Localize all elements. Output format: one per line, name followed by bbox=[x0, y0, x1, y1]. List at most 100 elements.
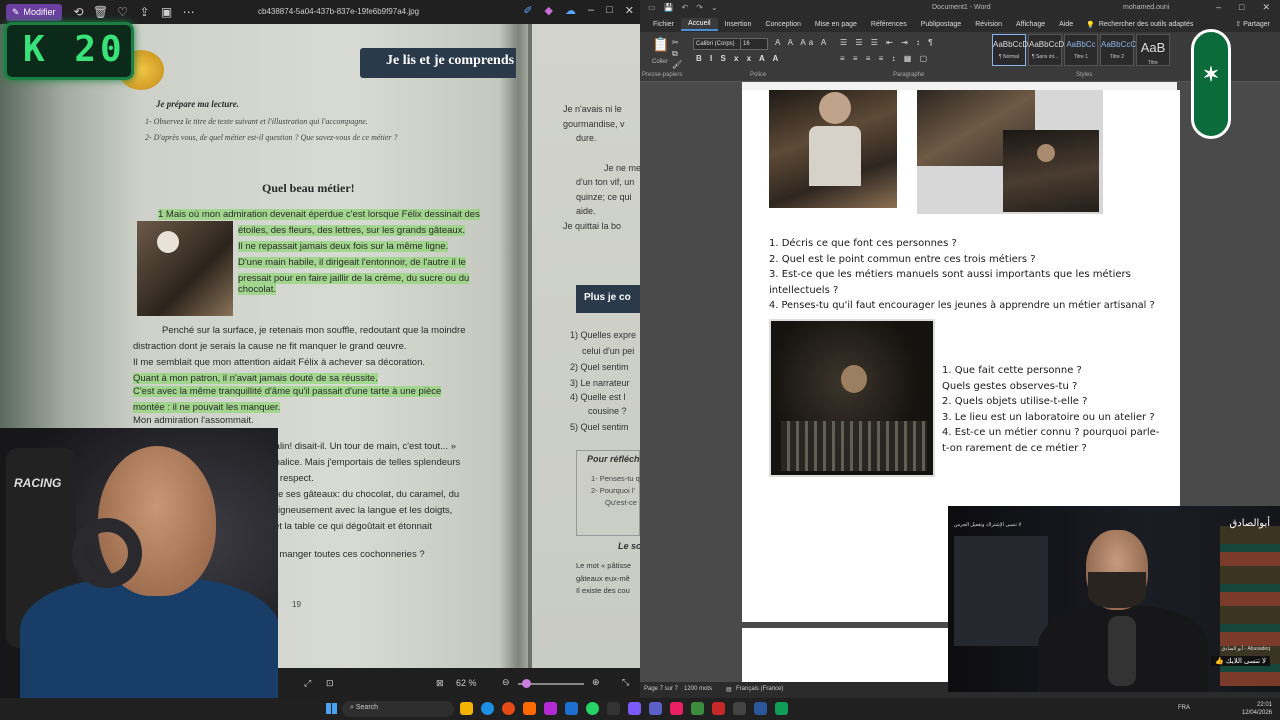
style-heading-2[interactable]: AaBbCcC Titre 2 bbox=[1100, 34, 1136, 66]
minimize-icon[interactable]: – bbox=[1216, 2, 1221, 13]
tell-me-search[interactable]: Rechercher des outils adaptés bbox=[1099, 21, 1194, 28]
designer-icon[interactable]: ◆ bbox=[545, 4, 553, 17]
artisan-head bbox=[841, 365, 867, 393]
tab-conception[interactable]: Conception bbox=[758, 19, 807, 30]
page-count[interactable]: Page 7 sur 7 bbox=[644, 686, 678, 692]
book-right-line: aide. bbox=[576, 206, 596, 216]
input-language[interactable]: FRA bbox=[1178, 705, 1190, 711]
artisan-photo-1[interactable] bbox=[769, 90, 897, 208]
more-icon[interactable]: ⋯ bbox=[178, 5, 200, 19]
style-name: Titre 2 bbox=[1110, 54, 1124, 60]
close-icon[interactable]: ✕ bbox=[1262, 2, 1270, 13]
app-icon-3[interactable] bbox=[712, 702, 725, 715]
file-explorer-icon[interactable] bbox=[460, 702, 473, 715]
edit-button-label: Modifier bbox=[23, 7, 56, 17]
steam-icon[interactable] bbox=[565, 702, 578, 715]
paste-icon[interactable]: 📋 bbox=[652, 36, 669, 53]
cloud-icon[interactable]: ☁ bbox=[565, 4, 576, 17]
actual-size-icon[interactable]: ⊡ bbox=[326, 678, 334, 689]
tab-aide[interactable]: Aide bbox=[1052, 19, 1080, 30]
info-icon[interactable]: ▣ bbox=[156, 5, 178, 19]
format-painter-icon[interactable]: 🖌 bbox=[672, 59, 682, 70]
redo-icon[interactable]: ↷ bbox=[696, 3, 703, 12]
tab-accueil[interactable]: Accueil bbox=[681, 18, 718, 31]
paste-label[interactable]: Coller bbox=[652, 59, 668, 65]
tab-revision[interactable]: Révision bbox=[968, 19, 1009, 30]
app-icon-4[interactable] bbox=[775, 702, 788, 715]
whatsapp-icon[interactable] bbox=[586, 702, 599, 715]
artisan-photo-3[interactable] bbox=[769, 319, 935, 477]
list-tools[interactable]: ☰ ☰ ☰ ⇤ ⇥ ↕ ¶ bbox=[840, 38, 936, 47]
proofing-icon[interactable]: ▤ bbox=[726, 686, 732, 693]
tab-insertion[interactable]: Insertion bbox=[718, 19, 759, 30]
app-icon-2[interactable] bbox=[691, 702, 704, 715]
share-button[interactable]: ⇧ Partager bbox=[1235, 20, 1270, 28]
chrome-icon[interactable] bbox=[502, 702, 515, 715]
teams-icon[interactable] bbox=[649, 702, 662, 715]
style-name: Titre 1 bbox=[1074, 54, 1088, 60]
book-line: et la table ce qui dégoûtait et étonnait bbox=[274, 521, 432, 532]
save-icon[interactable]: 💾 bbox=[664, 3, 674, 12]
word-icon[interactable] bbox=[754, 702, 767, 715]
cut-icon[interactable]: ✂ bbox=[672, 37, 682, 48]
delete-icon[interactable]: 🗑 bbox=[90, 5, 112, 19]
copy-icon[interactable]: ⧉ bbox=[672, 48, 682, 59]
font-size-tools[interactable]: A A Aa A bbox=[775, 38, 829, 47]
tab-fichier[interactable]: Fichier bbox=[646, 19, 681, 30]
photos-icon[interactable] bbox=[670, 702, 683, 715]
tab-publipostage[interactable]: Publipostage bbox=[914, 19, 968, 30]
style-normal[interactable]: AaBbCcDd ¶ Normal bbox=[992, 34, 1033, 66]
zoom-level[interactable]: 62 % bbox=[456, 678, 477, 688]
zoom-out-icon[interactable]: ⊖ bbox=[502, 677, 510, 688]
book-right-question: 3) Le narrateur bbox=[570, 378, 630, 388]
style-title[interactable]: AaB Titre bbox=[1136, 34, 1170, 66]
fullscreen-icon[interactable]: ⤡ bbox=[622, 677, 629, 688]
stream-cta: 👍 لا تنسى اللايك bbox=[1211, 656, 1270, 666]
word-window-controls: – □ ✕ bbox=[1216, 2, 1270, 13]
share-label: Partager bbox=[1243, 21, 1270, 28]
tab-mise-en-page[interactable]: Mise en page bbox=[808, 19, 864, 30]
favorite-icon[interactable]: ♡ bbox=[112, 5, 134, 19]
taskbar-search[interactable]: ⌕ Search bbox=[342, 701, 454, 717]
draw-icon[interactable]: ✐ bbox=[523, 4, 532, 17]
edit-button[interactable]: ✎ Modifier bbox=[6, 3, 62, 21]
user-name[interactable]: mohamed.ouni bbox=[1123, 4, 1169, 11]
autosave-icon[interactable]: ▭ bbox=[648, 3, 656, 12]
share-icon[interactable]: ⇪ bbox=[134, 5, 156, 19]
rotate-icon[interactable]: ⟲ bbox=[68, 5, 90, 19]
maximize-icon[interactable]: □ bbox=[1239, 2, 1244, 13]
windows-start-icon[interactable] bbox=[326, 703, 337, 714]
zoom-in-icon[interactable]: ⊕ bbox=[592, 677, 600, 688]
undo-icon[interactable]: ↶ bbox=[682, 3, 689, 12]
zoom-slider-thumb[interactable] bbox=[522, 679, 531, 688]
style-no-spacing[interactable]: AaBbCcDd ¶ Sans int... bbox=[1028, 34, 1069, 66]
font-name-select[interactable]: Calibri (Corps) bbox=[693, 38, 745, 50]
questions-block-b[interactable]: 1. Que fait cette personne ? Quels geste… bbox=[942, 363, 1172, 457]
book-le-so: Le so bbox=[618, 541, 640, 551]
questions-block-a[interactable]: 1. Décris ce que font ces personnes ? 2.… bbox=[769, 236, 1169, 314]
artisan-photo-2[interactable] bbox=[917, 90, 1103, 214]
system-clock[interactable]: 22:01 12/04/2026 bbox=[1242, 701, 1272, 717]
horizontal-ruler[interactable] bbox=[742, 82, 1177, 90]
fit-icon[interactable]: ⤢ bbox=[304, 678, 311, 689]
streamer-shirt bbox=[20, 578, 278, 698]
obs-icon[interactable] bbox=[733, 702, 746, 715]
language-status[interactable]: Français (France) bbox=[736, 686, 783, 692]
maximize-icon[interactable]: □ bbox=[606, 4, 613, 17]
font-size-select[interactable]: 16 bbox=[740, 38, 768, 50]
fit-window-icon[interactable]: ⊠ bbox=[436, 678, 444, 689]
discord-icon[interactable] bbox=[628, 702, 641, 715]
align-tools[interactable]: ≡ ≡ ≡ ≡ ↕ ▦ ▢ bbox=[840, 54, 930, 63]
tab-references[interactable]: Références bbox=[864, 19, 914, 30]
edge-icon[interactable] bbox=[481, 702, 494, 715]
close-icon[interactable]: ✕ bbox=[625, 4, 634, 17]
style-heading-1[interactable]: AaBbCc Titre 1 bbox=[1064, 34, 1098, 66]
customize-icon[interactable]: ⌄ bbox=[711, 3, 718, 12]
word-count[interactable]: 1200 mots bbox=[684, 686, 712, 692]
epic-icon[interactable] bbox=[607, 702, 620, 715]
minimize-icon[interactable]: – bbox=[588, 4, 594, 17]
app-icon[interactable] bbox=[544, 702, 557, 715]
tab-affichage[interactable]: Affichage bbox=[1009, 19, 1052, 30]
text-format-tools[interactable]: B I S x x A A bbox=[696, 54, 781, 63]
brave-icon[interactable] bbox=[523, 702, 536, 715]
